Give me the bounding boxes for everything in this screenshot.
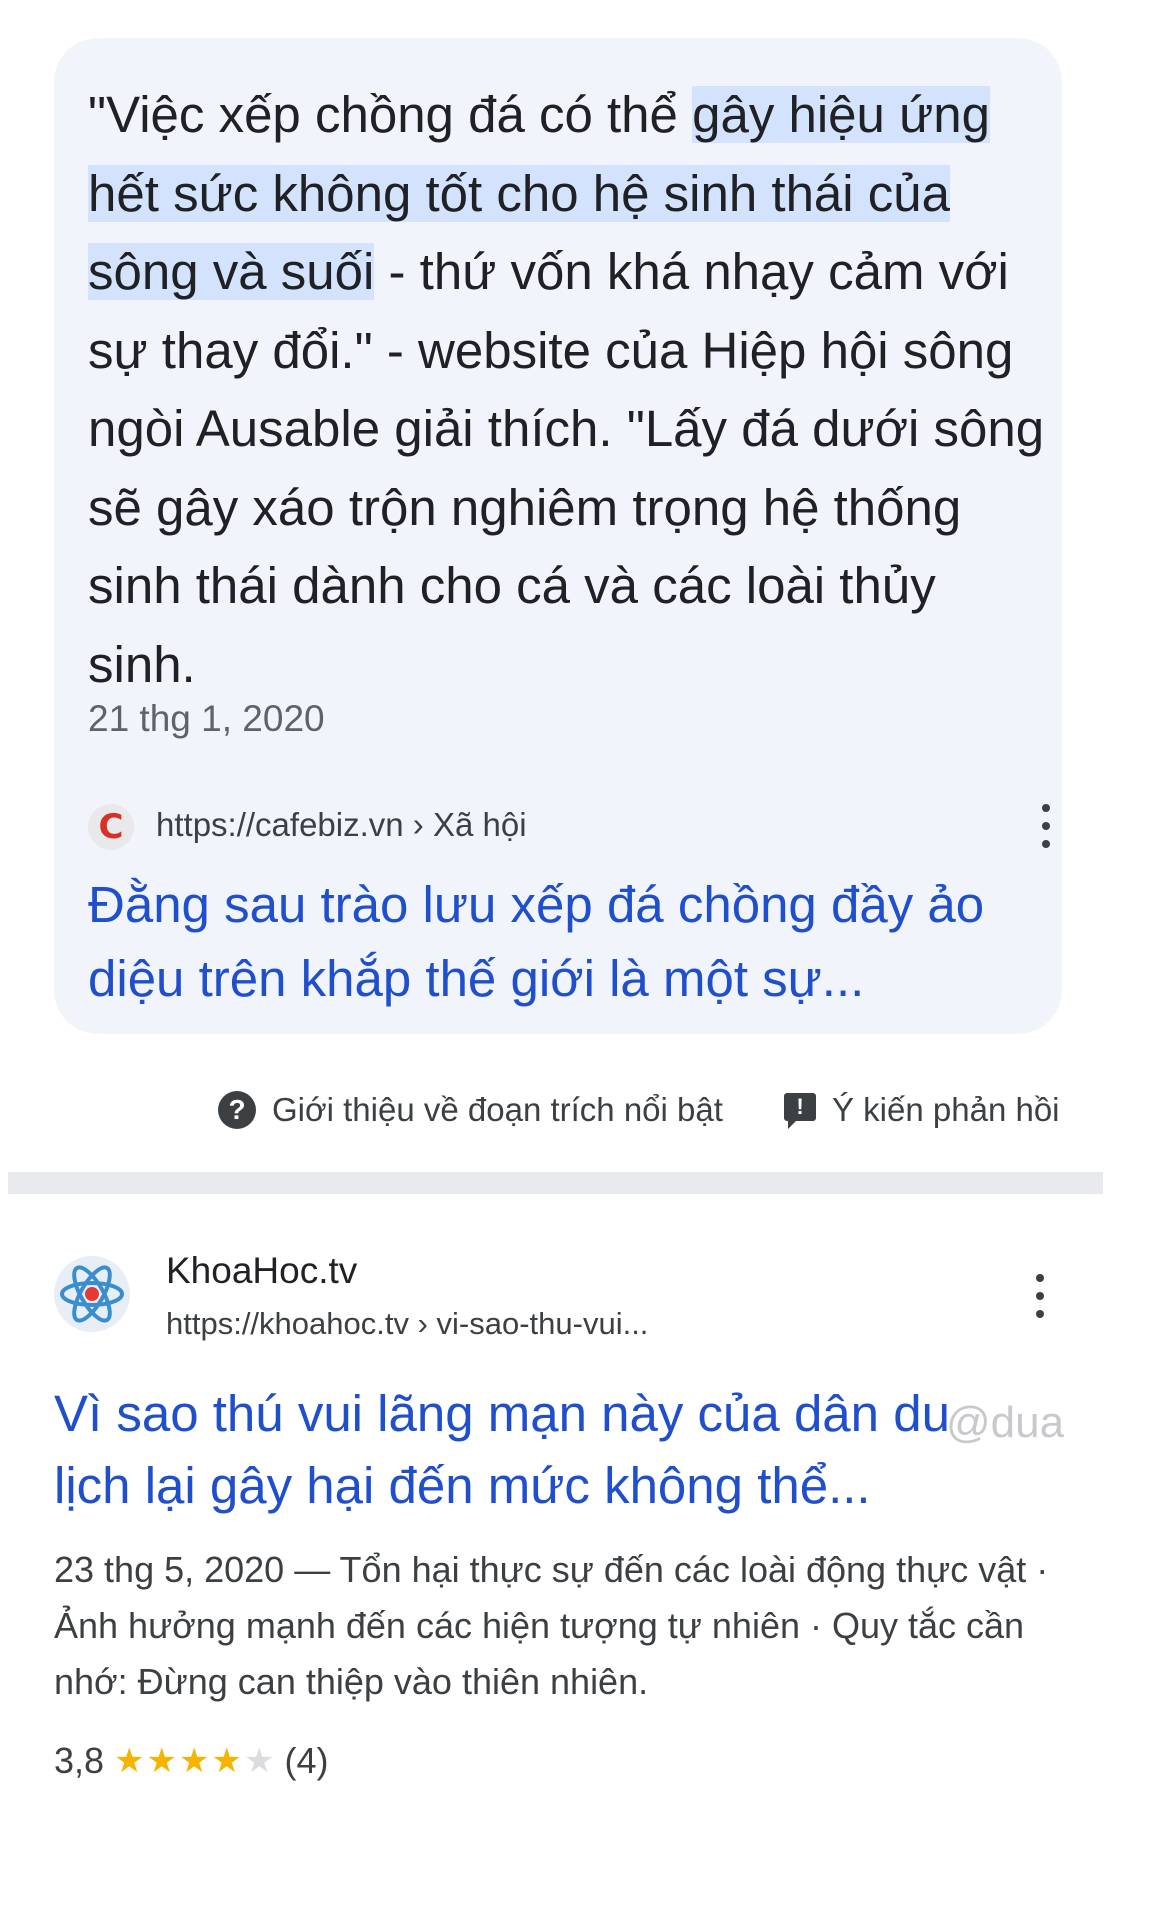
- watermark: @dua: [946, 1398, 1065, 1447]
- rating-count: (4): [284, 1740, 329, 1781]
- snippet-text: "Việc xếp chồng đá có thể gây hiệu ứng h…: [88, 76, 1048, 704]
- search-results-page: "Việc xếp chồng đá có thể gây hiệu ứng h…: [0, 0, 1152, 1920]
- rating-stars: ★ ★ ★ ★ ★: [114, 1741, 274, 1781]
- snippet-link-title[interactable]: Đằng sau trào lưu xếp đá chồng đầy ảo di…: [88, 868, 1048, 1016]
- star-icon: ★: [114, 1742, 145, 1780]
- snippet-text-end: - thứ vốn khá nhạy cảm với sự thay đổi."…: [88, 243, 1045, 693]
- snippet-source-url[interactable]: https://cafebiz.vn › Xã hội: [156, 806, 527, 844]
- help-circle-icon[interactable]: ?: [218, 1091, 256, 1129]
- feedback-link[interactable]: Ý kiến phản hồi: [832, 1091, 1060, 1129]
- star-icon: ★: [146, 1742, 178, 1780]
- result-description: 23 thg 5, 2020 — Tổn hại thực sự đến các…: [54, 1549, 1049, 1702]
- snippet-text-start: "Việc xếp chồng đá có thể: [88, 86, 693, 143]
- star-icon: ★: [179, 1742, 210, 1780]
- kebab-menu-icon[interactable]: [1040, 804, 1052, 848]
- feedback-icon[interactable]: !: [784, 1093, 816, 1129]
- favicon-letter: C: [98, 807, 124, 847]
- about-featured-snippets-link[interactable]: Giới thiệu về đoạn trích nổi bật: [272, 1091, 723, 1129]
- atom-icon: [54, 1256, 130, 1332]
- result-site-name[interactable]: KhoaHoc.tv: [166, 1250, 357, 1292]
- result-header[interactable]: KhoaHoc.tv https://khoahoc.tv › vi-sao-t…: [54, 1248, 1074, 1358]
- section-divider: [8, 1172, 1103, 1194]
- result-site-url[interactable]: https://khoahoc.tv › vi-sao-thu-vui...: [166, 1306, 648, 1342]
- result-title-link[interactable]: Vì sao thú vui lãng mạn này của dân du l…: [54, 1378, 1014, 1522]
- star-icon: ★: [243, 1742, 275, 1780]
- star-icon: ★: [211, 1742, 242, 1780]
- kebab-menu-icon[interactable]: [1034, 1274, 1046, 1318]
- snippet-date: 21 thg 1, 2020: [88, 698, 325, 739]
- snippet-footer: ? Giới thiệu về đoạn trích nổi bật ! Ý k…: [218, 1085, 1068, 1135]
- snippet-source-row[interactable]: C https://cafebiz.vn › Xã hội: [88, 798, 1050, 854]
- featured-snippet-card: "Việc xếp chồng đá có thể gây hiệu ứng h…: [54, 38, 1062, 1034]
- rating-value: 3,8: [54, 1740, 105, 1781]
- cafebiz-favicon-icon: C: [88, 804, 134, 850]
- result-rating: 3,8 ★ ★ ★ ★ ★ (4): [54, 1736, 454, 1786]
